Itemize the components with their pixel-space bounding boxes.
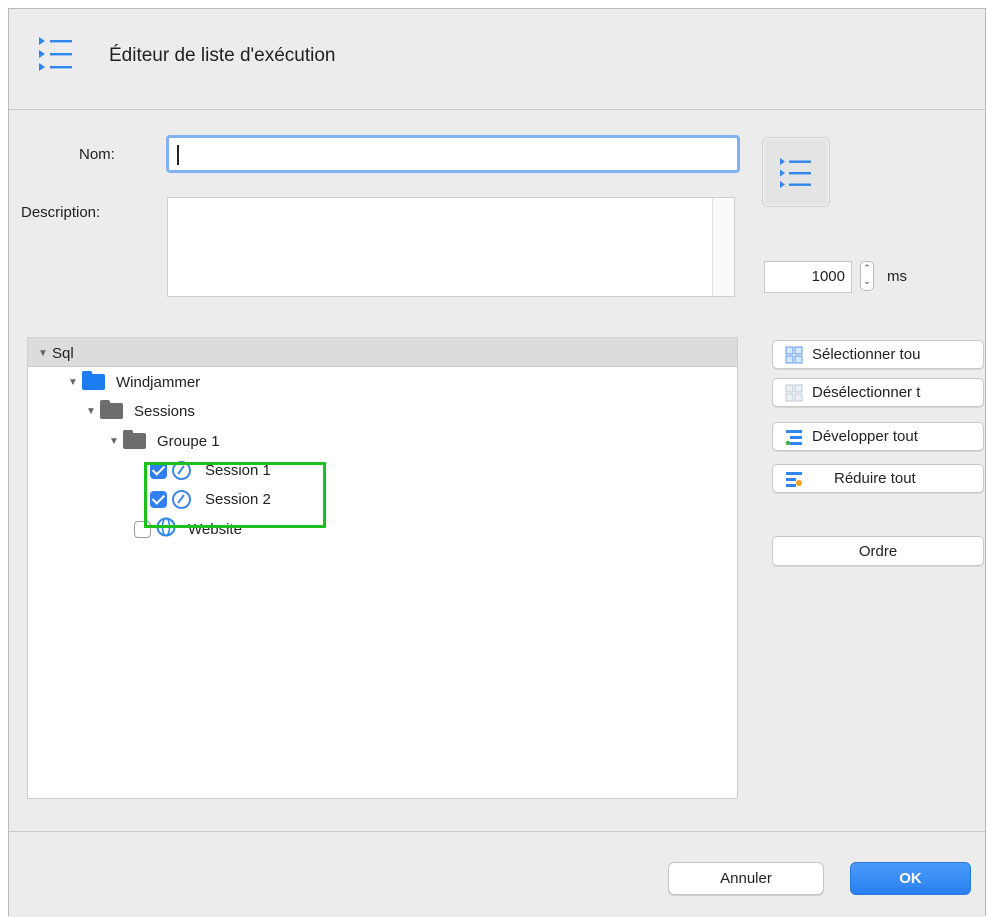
session-icon bbox=[172, 489, 191, 509]
delay-input[interactable]: 1000 bbox=[764, 261, 852, 293]
session-1-checkbox[interactable] bbox=[150, 461, 167, 479]
collapse-all-icon bbox=[786, 471, 802, 487]
deselect-all-icon bbox=[785, 384, 803, 401]
tree-item-label: Sessions bbox=[134, 402, 195, 420]
title-bar: Éditeur de liste d'exécution bbox=[9, 9, 985, 110]
tree-root-label: Sql bbox=[52, 344, 74, 362]
disclosure-triangle-icon[interactable]: ▼ bbox=[38, 348, 52, 359]
globe-icon bbox=[156, 517, 176, 541]
run-list-editor-dialog: Éditeur de liste d'exécution Nom: Descri… bbox=[8, 8, 986, 917]
expand-all-button[interactable]: Développer tout bbox=[772, 422, 984, 451]
footer-bar bbox=[9, 831, 985, 917]
select-all-label: Sélectionner tou bbox=[812, 346, 921, 363]
tree-item-sessions[interactable]: ▼ Sessions bbox=[86, 398, 195, 424]
description-textarea[interactable] bbox=[167, 197, 735, 297]
ok-label: OK bbox=[899, 870, 922, 887]
cancel-button[interactable]: Annuler bbox=[668, 862, 824, 895]
tree-root[interactable]: ▼ Sql bbox=[38, 340, 74, 366]
expand-all-icon bbox=[785, 429, 802, 445]
delay-stepper[interactable]: ⌃ ⌄ bbox=[860, 261, 874, 291]
tree-item-session-1[interactable]: Session 1 bbox=[150, 457, 271, 483]
stepper-up-icon[interactable]: ⌃ bbox=[861, 262, 873, 275]
description-label: Description: bbox=[21, 204, 101, 221]
disclosure-triangle-icon[interactable]: ▼ bbox=[68, 377, 82, 388]
stepper-down-icon[interactable]: ⌄ bbox=[861, 275, 873, 288]
list-icon bbox=[38, 35, 74, 78]
folder-icon bbox=[82, 371, 105, 390]
website-checkbox[interactable] bbox=[134, 520, 151, 538]
disclosure-triangle-icon[interactable]: ▼ bbox=[109, 436, 123, 447]
cancel-label: Annuler bbox=[720, 870, 772, 887]
tree-item-label: Session 2 bbox=[205, 490, 271, 508]
expand-all-label: Développer tout bbox=[812, 428, 918, 445]
disclosure-triangle-icon[interactable]: ▼ bbox=[86, 406, 100, 417]
tree-item-session-2[interactable]: Session 2 bbox=[150, 486, 271, 512]
name-label: Nom: bbox=[79, 146, 115, 163]
tree-item-windjammer[interactable]: ▼ Windjammer bbox=[68, 369, 200, 395]
order-label: Ordre bbox=[858, 542, 898, 560]
select-all-button[interactable]: Sélectionner tou bbox=[772, 340, 984, 369]
tree-root-row[interactable] bbox=[28, 338, 737, 367]
session-2-checkbox[interactable] bbox=[150, 490, 167, 508]
collapse-all-label: Réduire tout bbox=[834, 470, 916, 487]
deselect-all-label: Désélectionner t bbox=[812, 384, 921, 401]
session-icon bbox=[172, 460, 191, 480]
list-icon bbox=[780, 158, 811, 188]
tree-item-label: Session 1 bbox=[205, 461, 271, 479]
tree-item-label: Windjammer bbox=[116, 373, 201, 391]
deselect-all-button[interactable]: Désélectionner t bbox=[772, 378, 984, 407]
list-icon-button[interactable] bbox=[762, 137, 830, 207]
tree-view[interactable]: ▼ Sql ▼ Windjammer ▼ Sessions ▼ Groupe 1… bbox=[27, 337, 738, 799]
delay-unit: ms bbox=[887, 268, 907, 285]
tree-item-groupe-1[interactable]: ▼ Groupe 1 bbox=[109, 428, 220, 454]
folder-icon bbox=[123, 430, 146, 449]
folder-icon bbox=[100, 400, 123, 419]
tree-item-label: Groupe 1 bbox=[157, 432, 220, 450]
description-scrollbar[interactable] bbox=[712, 198, 734, 296]
ok-button[interactable]: OK bbox=[850, 862, 971, 895]
dialog-title: Éditeur de liste d'exécution bbox=[109, 45, 336, 66]
order-button[interactable]: Ordre bbox=[772, 536, 984, 566]
text-caret bbox=[177, 145, 179, 165]
collapse-all-button[interactable]: Réduire tout bbox=[772, 464, 984, 493]
name-input[interactable] bbox=[166, 135, 740, 173]
select-all-icon bbox=[785, 346, 803, 363]
tree-item-label: Website bbox=[188, 520, 242, 538]
tree-item-website[interactable]: Website bbox=[134, 516, 242, 542]
